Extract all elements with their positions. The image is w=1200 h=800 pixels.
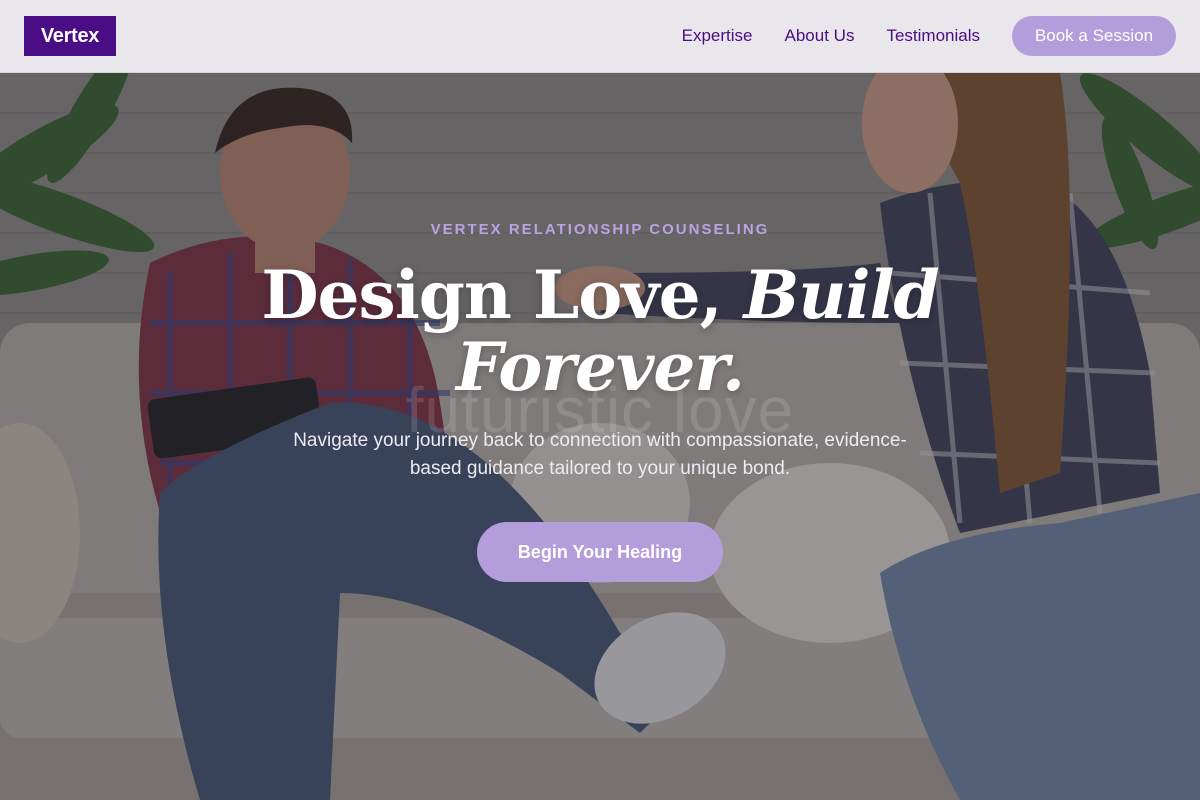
top-nav: Vertex Expertise About Us Testimonials B…: [0, 0, 1200, 73]
begin-healing-button[interactable]: Begin Your Healing: [477, 522, 723, 582]
nav-menu: Expertise About Us Testimonials Book a S…: [682, 16, 1176, 56]
nav-link-about-us[interactable]: About Us: [785, 26, 855, 46]
hero-content: VERTEX RELATIONSHIP COUNSELING Design Lo…: [0, 73, 1200, 800]
nav-link-testimonials[interactable]: Testimonials: [886, 26, 980, 46]
headline-plain: Design Love,: [261, 256, 722, 334]
hero-eyebrow: VERTEX RELATIONSHIP COUNSELING: [430, 221, 770, 238]
hero-subtext: Navigate your journey back to connection…: [293, 430, 907, 479]
brand-logo[interactable]: Vertex: [24, 16, 116, 56]
book-session-button[interactable]: Book a Session: [1012, 16, 1176, 56]
hero-section: VERTEX RELATIONSHIP COUNSELING Design Lo…: [0, 73, 1200, 800]
nav-link-expertise[interactable]: Expertise: [682, 26, 753, 46]
